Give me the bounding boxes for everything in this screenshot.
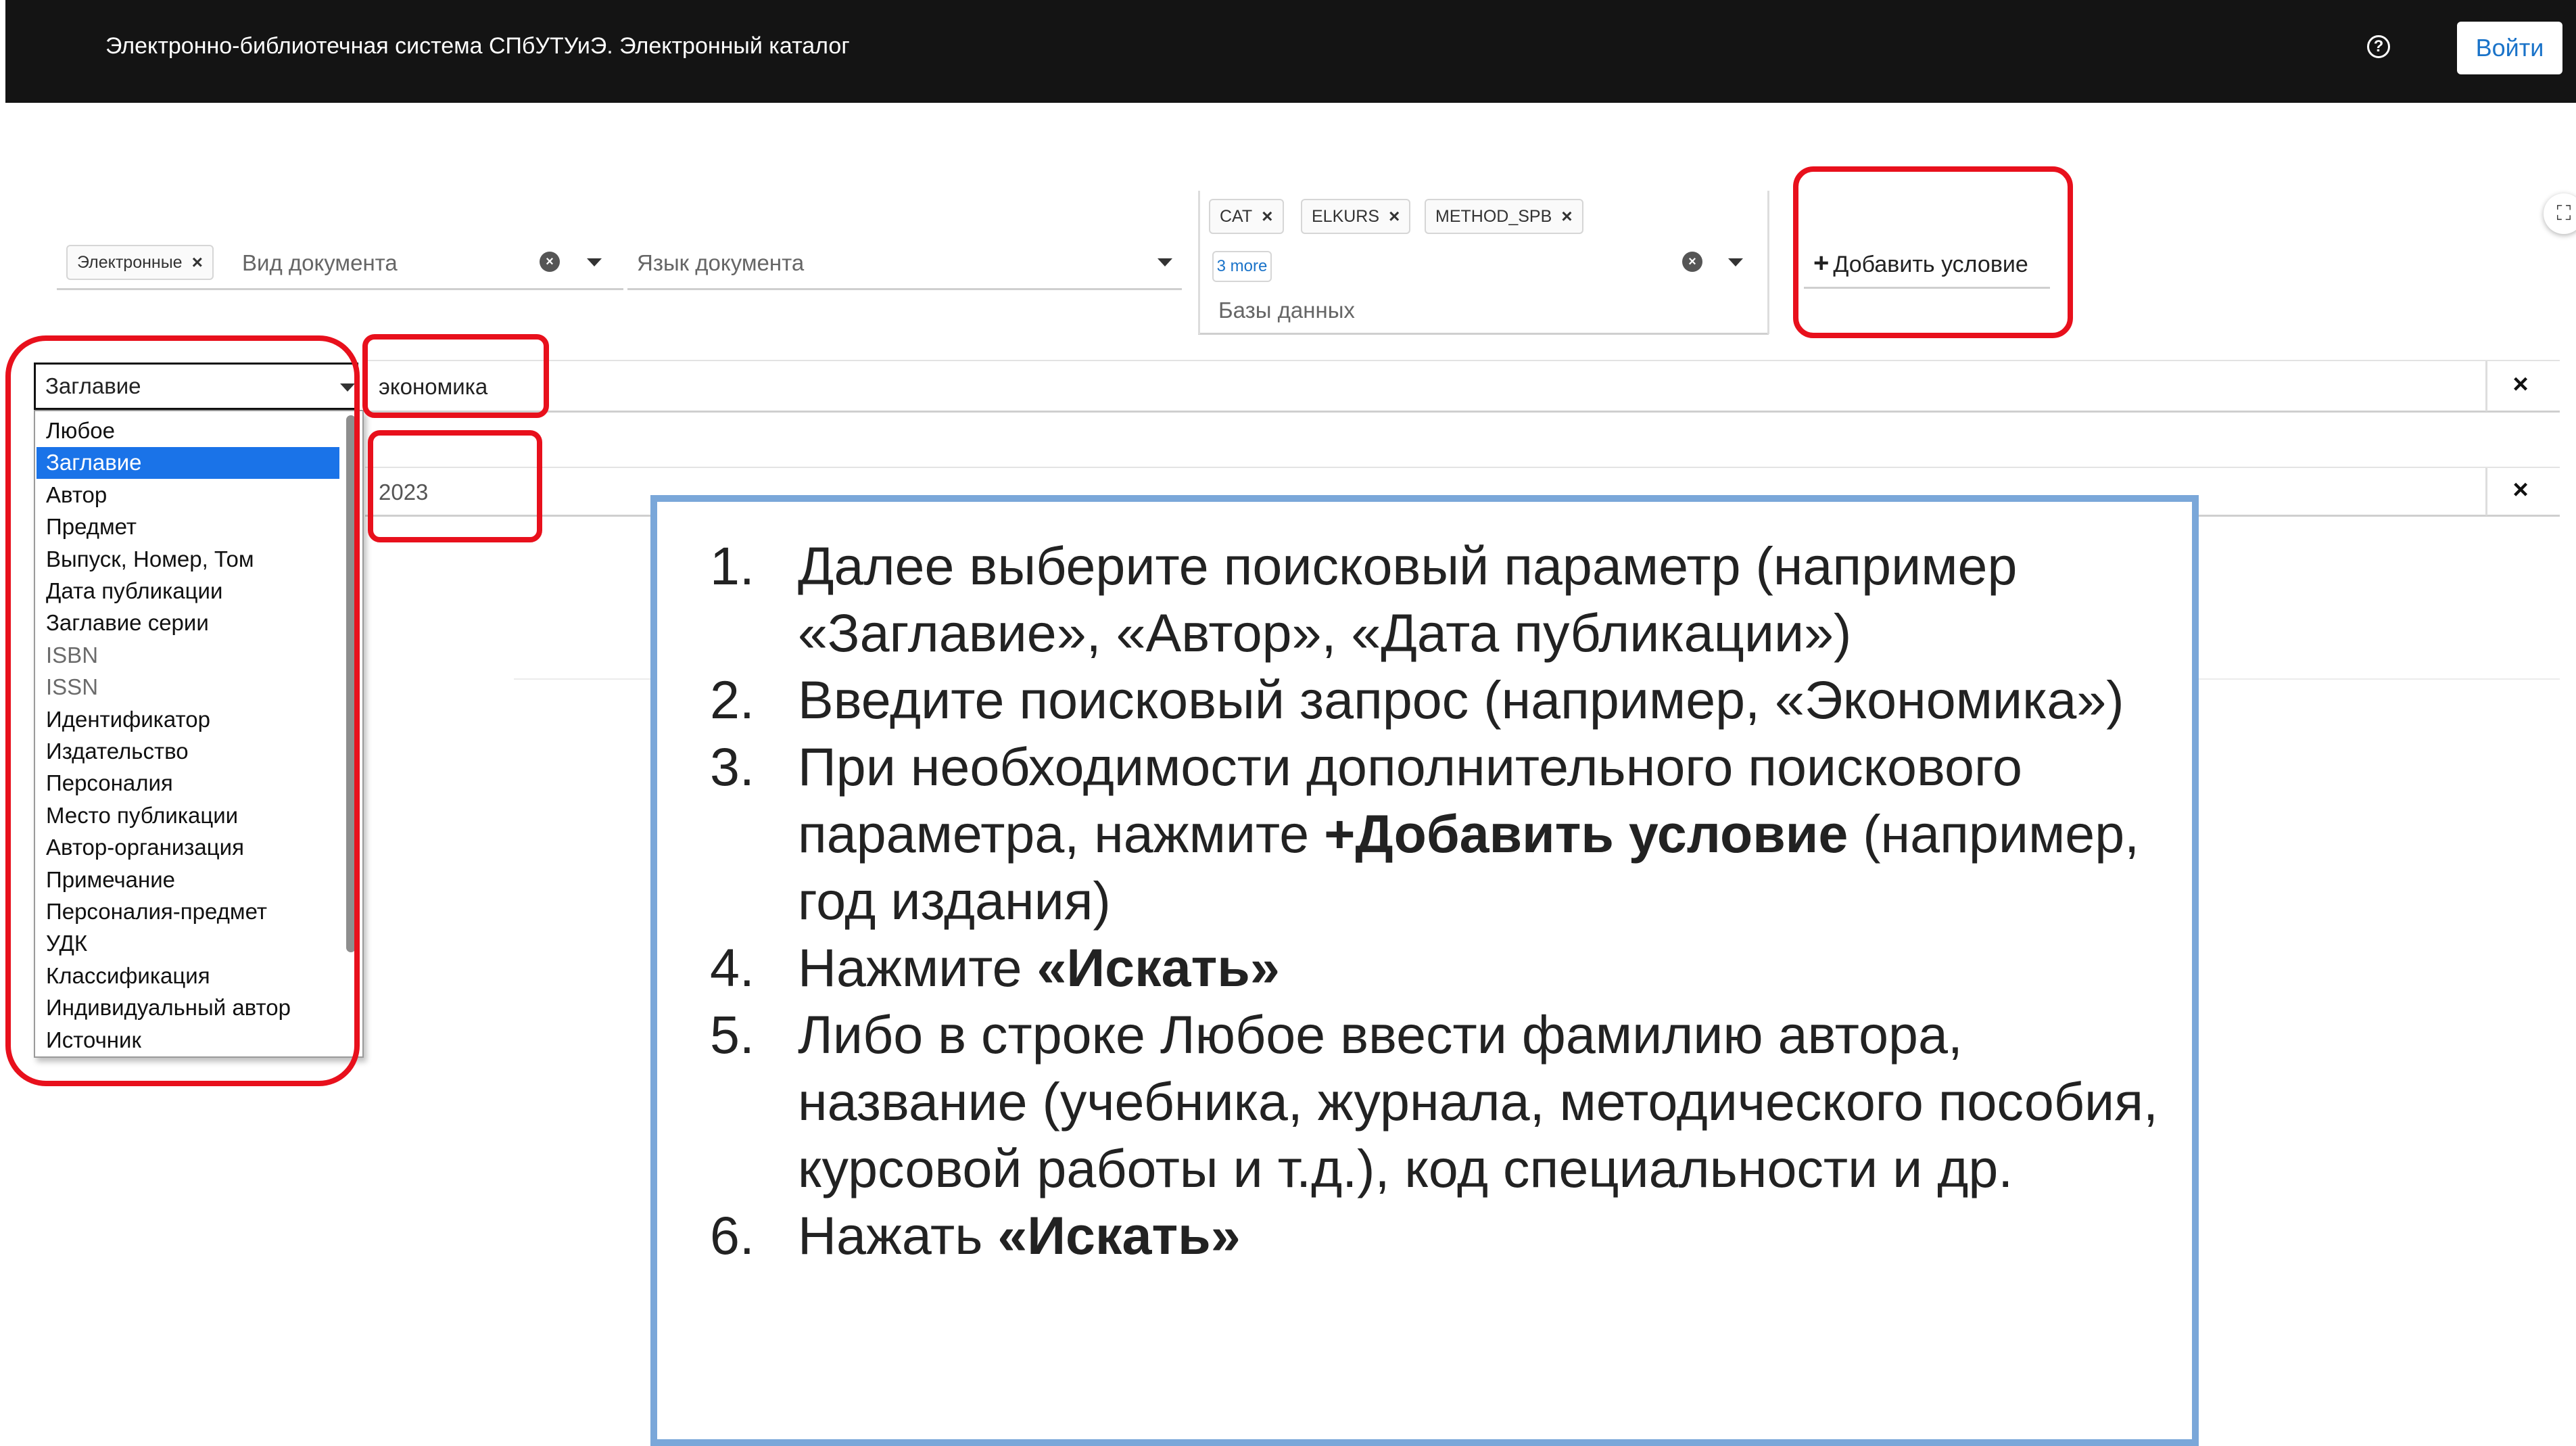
- search-row-1: [365, 360, 2560, 413]
- instruction-item: 2. Введите поисковый запрос (например, «Э…: [710, 666, 2184, 733]
- row-2-separator: [2485, 468, 2487, 515]
- doc-type-dropdown-icon[interactable]: [587, 258, 602, 266]
- instruction-text: Нажмите: [798, 937, 1037, 998]
- db-chip-label: ELKURS: [1312, 206, 1380, 226]
- instruction-text: «Искать»: [1036, 937, 1280, 998]
- clear-doc-type-icon[interactable]: ×: [540, 252, 560, 272]
- db-more-link[interactable]: 3 more: [1212, 251, 1272, 282]
- db-chip-cat[interactable]: CAT ×: [1209, 199, 1284, 234]
- databases-right-border: [1767, 191, 1769, 334]
- language-dropdown-icon[interactable]: [1158, 258, 1172, 266]
- instruction-item: 1. Далее выберите поисковый параметр (нап…: [710, 532, 2184, 666]
- instructions-list: 1. Далее выберите поисковый параметр (нап…: [710, 532, 2184, 1269]
- remove-chip-icon[interactable]: ×: [1389, 206, 1400, 227]
- access-filter-chip[interactable]: Электронные ×: [66, 245, 214, 280]
- remove-chip-icon[interactable]: ×: [1262, 206, 1272, 227]
- instruction-number: 1.: [710, 536, 755, 596]
- add-condition-highlight: [1793, 166, 2073, 338]
- remove-chip-icon[interactable]: ×: [1561, 206, 1572, 227]
- instruction-text: Либо в строке Любое ввести фамилию автор…: [798, 1004, 2158, 1198]
- doc-type-underline: [57, 288, 623, 290]
- db-chip-method-spb[interactable]: METHOD_SPB ×: [1425, 199, 1583, 234]
- remove-row-1-icon[interactable]: ×: [2500, 365, 2541, 403]
- login-button[interactable]: Войти: [2457, 22, 2562, 74]
- instruction-text: «Искать»: [997, 1205, 1241, 1265]
- databases-label: Базы данных: [1218, 298, 1355, 323]
- instruction-number: 2.: [710, 670, 755, 730]
- databases-left-border: [1198, 191, 1200, 334]
- instruction-text: Далее выберите поисковый параметр (напри…: [798, 536, 2018, 663]
- field-dropdown-highlight: [5, 335, 360, 1086]
- scan-icon[interactable]: ⛶: [2544, 193, 2576, 234]
- instruction-number: 4.: [710, 937, 755, 998]
- instruction-item: 4. Нажмите «Искать»: [710, 934, 2184, 1001]
- instruction-text: +Добавить условие: [1324, 803, 1848, 864]
- db-chip-elkurs[interactable]: ELKURS ×: [1301, 199, 1411, 234]
- db-chip-label: METHOD_SPB: [1435, 206, 1552, 226]
- top-navigation-bar: Электронно-библиотечная система СПбУТУиЭ…: [5, 0, 2576, 103]
- instruction-number: 3.: [710, 737, 755, 797]
- language-underline: [627, 288, 1182, 290]
- year-value-highlight: [368, 430, 542, 542]
- remove-chip-icon[interactable]: ×: [192, 252, 203, 273]
- clear-databases-icon[interactable]: ×: [1682, 252, 1702, 272]
- instruction-number: 5.: [710, 1004, 755, 1065]
- instruction-item: 6. Нажать «Искать»: [710, 1202, 2184, 1269]
- instruction-item: 3. При необходимости дополнительного поис…: [710, 733, 2184, 934]
- instruction-text: Введите поисковый запрос (например, «Эко…: [798, 670, 2124, 730]
- app-title: Электронно-библиотечная система СПбУТУиЭ…: [105, 33, 850, 59]
- help-icon[interactable]: ?: [2367, 35, 2390, 58]
- query-value-highlight: [362, 334, 549, 418]
- db-chip-label: CAT: [1220, 206, 1253, 226]
- remove-row-2-icon[interactable]: ×: [2500, 471, 2541, 509]
- instruction-number: 6.: [710, 1205, 755, 1265]
- instructions-panel: 1. Далее выберите поисковый параметр (нап…: [650, 495, 2199, 1446]
- access-chip-label: Электронные: [77, 252, 183, 272]
- language-input[interactable]: Язык документа: [637, 250, 804, 276]
- databases-dropdown-icon[interactable]: [1728, 258, 1743, 266]
- instruction-text: Нажать: [798, 1205, 998, 1265]
- row-1-separator: [2485, 361, 2487, 411]
- doc-type-input[interactable]: Вид документа: [242, 250, 398, 276]
- databases-underline: [1198, 333, 1769, 335]
- instruction-item: 5. Либо в строке Любое ввести фамилию авт…: [710, 1001, 2184, 1202]
